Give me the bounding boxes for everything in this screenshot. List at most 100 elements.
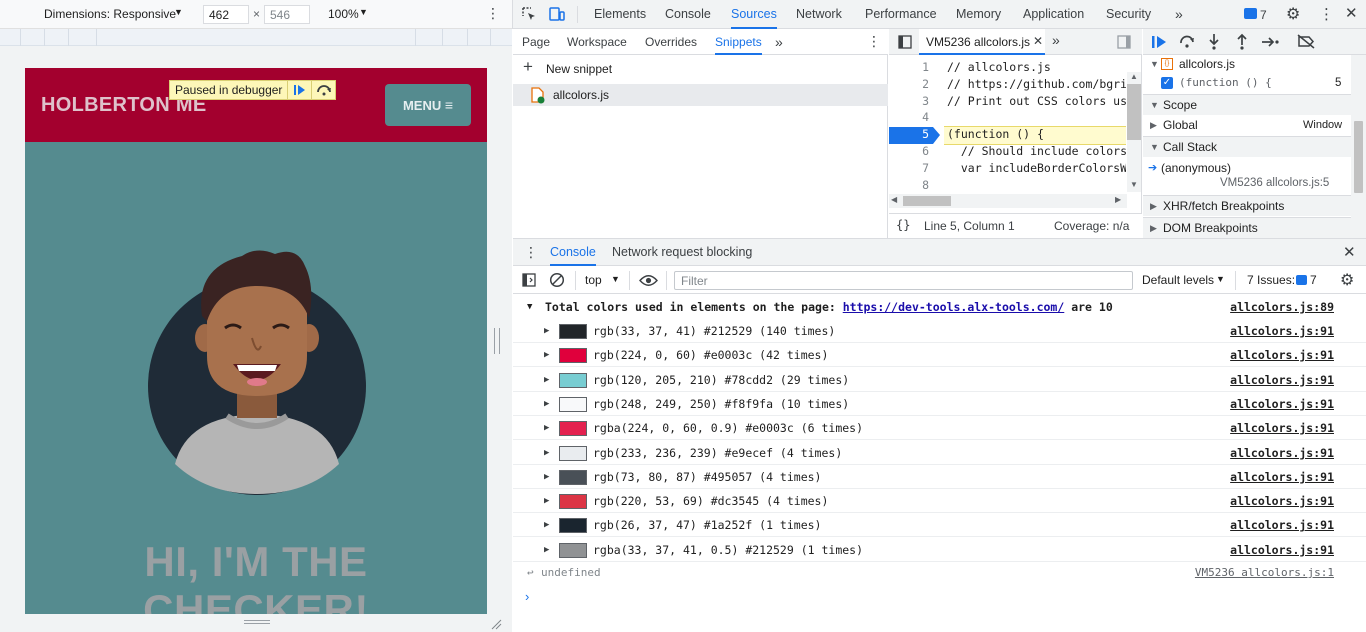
expand-triangle-icon[interactable]: ▶ (544, 319, 549, 343)
media-query-ruler[interactable] (0, 29, 512, 46)
source-link[interactable]: allcolors.js:91 (1230, 513, 1334, 537)
new-snippet-button[interactable]: + New snippet (513, 57, 888, 81)
more-options-icon[interactable]: ⋮ (486, 5, 500, 22)
expanded-triangle-icon[interactable]: ▼ (527, 295, 532, 319)
navigator-menu-icon[interactable]: ⋮ (867, 33, 881, 50)
line-number[interactable]: 1 (889, 59, 929, 76)
console-prompt[interactable]: › (513, 585, 1366, 609)
console-color-row[interactable]: ▶ rgb(73, 80, 87) #495057 (4 times) allcol… (513, 465, 1366, 489)
scope-global[interactable]: ▶ Global Window (1143, 115, 1351, 136)
code-line[interactable]: 7 var includeBorderColorsWi (889, 160, 1126, 177)
tab-performance[interactable]: Performance (865, 0, 937, 29)
source-link[interactable]: allcolors.js:91 (1230, 465, 1334, 489)
code-line[interactable]: 6 // Should include colors (889, 143, 1126, 160)
close-tab-icon[interactable]: ✕ (1033, 34, 1043, 48)
line-number[interactable]: 3 (889, 93, 929, 110)
console-color-row[interactable]: ▶ rgba(224, 0, 60, 0.9) #e0003c (6 times)… (513, 416, 1366, 441)
code-line[interactable]: 2 // https://github.com/bgrins (889, 76, 1126, 93)
tab-snippets[interactable]: Snippets (715, 29, 762, 55)
menu-button[interactable]: MENU ≡ (385, 84, 471, 126)
zoom-dropdown[interactable]: 100% (328, 7, 359, 21)
sidebar-scrollbar[interactable] (1351, 55, 1366, 238)
tab-sources[interactable]: Sources (731, 0, 777, 29)
console-color-row[interactable]: ▶ rgb(26, 37, 47) #1a252f (1 times) allcol… (513, 513, 1366, 538)
inspect-element-icon[interactable] (522, 7, 537, 22)
issues-label[interactable]: 7 Issues: (1247, 273, 1295, 287)
editor-tab-file[interactable]: VM5236 allcolors.js ✕ (919, 29, 1045, 55)
expand-triangle-icon[interactable]: ▶ (544, 513, 549, 537)
source-link[interactable]: allcolors.js:91 (1230, 489, 1334, 513)
log-levels-dropdown[interactable]: Default levels (1142, 273, 1214, 287)
console-settings-gear-icon[interactable]: ⚙ (1340, 270, 1354, 290)
side-resize-handle[interactable] (494, 328, 500, 354)
dimensions-dropdown[interactable]: Dimensions: Responsive (44, 7, 176, 21)
console-color-row[interactable]: ▶ rgb(33, 37, 41) #212529 (140 times) allc… (513, 319, 1366, 343)
breakpoint-entry[interactable]: ✓ (function () { 5 (1143, 73, 1351, 93)
tab-memory[interactable]: Memory (956, 0, 1001, 29)
clear-console-icon[interactable] (549, 272, 565, 288)
step-over-icon[interactable] (311, 81, 335, 99)
toggle-debugger-icon[interactable] (1117, 35, 1131, 49)
summary-source-link[interactable]: allcolors.js:89 (1230, 295, 1334, 319)
line-number[interactable]: 8 (889, 177, 929, 194)
tab-security[interactable]: Security (1106, 0, 1151, 29)
code-line[interactable]: 8 (889, 177, 1126, 194)
tab-workspace[interactable]: Workspace (567, 29, 627, 55)
line-number[interactable]: 2 (889, 76, 929, 93)
line-number[interactable]: 4 (889, 109, 929, 126)
step-into-icon[interactable] (1207, 33, 1221, 50)
line-number[interactable]: 5 (889, 126, 929, 143)
issues-count[interactable]: 7 (1310, 273, 1317, 287)
width-input[interactable]: 462 (203, 5, 249, 24)
summary-url-link[interactable]: https://dev-tools.alx-tools.com/ (843, 300, 1065, 314)
expand-triangle-icon[interactable]: ▶ (544, 465, 549, 489)
close-drawer-icon[interactable]: ✕ (1343, 243, 1356, 261)
console-sidebar-icon[interactable] (522, 273, 536, 287)
issues-count[interactable]: 7 (1260, 8, 1267, 22)
console-color-row[interactable]: ▶ rgb(233, 236, 239) #e9ecef (4 times) all… (513, 441, 1366, 465)
step-icon[interactable] (1261, 35, 1279, 49)
tab-overrides[interactable]: Overrides (645, 29, 697, 55)
breakpoint-file-row[interactable]: ▼ {} allcolors.js (1143, 55, 1351, 73)
device-toolbar-icon[interactable] (549, 7, 565, 22)
source-link[interactable]: allcolors.js:91 (1230, 343, 1334, 367)
source-link[interactable]: allcolors.js:91 (1230, 319, 1334, 343)
expand-triangle-icon[interactable]: ▶ (544, 538, 549, 562)
dom-breakpoints-header[interactable]: ▶ DOM Breakpoints (1143, 217, 1351, 238)
tab-network-request-blocking[interactable]: Network request blocking (612, 239, 752, 266)
chevron-down-icon[interactable]: ▼ (174, 7, 183, 17)
call-frame[interactable]: ➔ (anonymous) VM5236 allcolors.js:5 (1143, 158, 1351, 192)
source-link[interactable]: allcolors.js:91 (1230, 368, 1334, 392)
console-color-row[interactable]: ▶ rgb(224, 0, 60) #e0003c (42 times) allco… (513, 343, 1366, 368)
live-expression-eye-icon[interactable] (639, 274, 658, 287)
expand-triangle-icon[interactable]: ▶ (544, 368, 549, 392)
bottom-resize-handle[interactable] (0, 614, 512, 632)
console-color-row[interactable]: ▶ rgb(120, 205, 210) #78cdd2 (29 times) al… (513, 368, 1366, 392)
xhr-breakpoints-header[interactable]: ▶ XHR/fetch Breakpoints (1143, 195, 1351, 216)
editor-hscrollbar[interactable]: ◀ ▶ (889, 194, 1127, 208)
resume-icon[interactable] (287, 81, 311, 99)
chevron-down-icon[interactable]: ▼ (1216, 274, 1225, 284)
pretty-print-icon[interactable]: {} (896, 218, 910, 232)
tab-page[interactable]: Page (522, 29, 550, 55)
step-out-icon[interactable] (1235, 33, 1249, 50)
console-color-row[interactable]: ▶ rgba(33, 37, 41, 0.5) #212529 (1 times)… (513, 538, 1366, 562)
settings-gear-icon[interactable]: ⚙ (1286, 4, 1300, 24)
source-link[interactable]: allcolors.js:91 (1230, 416, 1334, 440)
code-line[interactable]: 3 // Print out CSS colors used (889, 93, 1126, 110)
step-over-icon[interactable] (1179, 34, 1195, 49)
corner-resize-icon[interactable] (490, 618, 502, 630)
line-number[interactable]: 6 (889, 143, 929, 160)
tab-drawer-console[interactable]: Console (550, 239, 596, 266)
more-editor-tabs-icon[interactable]: » (1052, 32, 1060, 48)
customize-menu-icon[interactable]: ⋮ (1319, 5, 1334, 23)
expand-triangle-icon[interactable]: ▶ (544, 343, 549, 367)
context-selector[interactable]: top (585, 273, 602, 287)
tab-network[interactable]: Network (796, 0, 842, 29)
line-number[interactable]: 7 (889, 160, 929, 177)
chevron-down-icon[interactable]: ▼ (611, 274, 620, 284)
expand-triangle-icon[interactable]: ▶ (544, 416, 549, 440)
source-link[interactable]: allcolors.js:91 (1230, 392, 1334, 416)
deactivate-breakpoints-icon[interactable] (1297, 34, 1315, 49)
expand-triangle-icon[interactable]: ▶ (544, 489, 549, 513)
